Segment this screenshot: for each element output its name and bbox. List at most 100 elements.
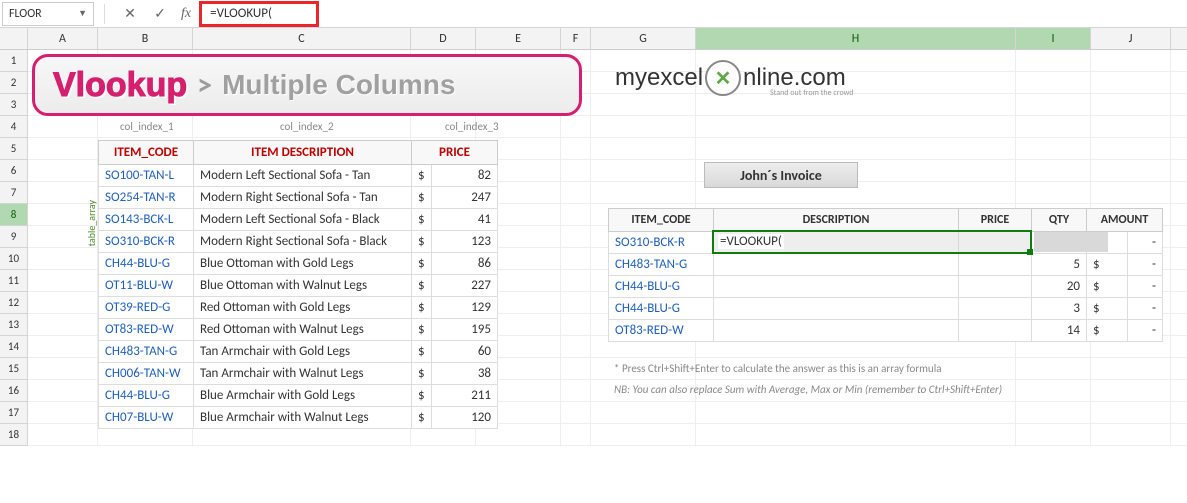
cell[interactable]	[561, 358, 591, 380]
cell[interactable]	[1016, 424, 1091, 446]
item-desc[interactable]: Modern Right Sectional Sofa - Black	[194, 231, 412, 253]
item-code[interactable]: OT83-RED-W	[609, 320, 714, 342]
cell[interactable]	[1091, 160, 1171, 182]
item-code[interactable]: CH006-TAN-W	[99, 363, 194, 385]
worksheet-grid[interactable]: Vlookup > Multiple Columns myexcel nline…	[0, 50, 1187, 446]
cell[interactable]	[696, 94, 1016, 116]
formula-input[interactable]: =VLOOKUP(	[199, 1, 319, 27]
column-header-J[interactable]: J	[1091, 28, 1171, 49]
cell[interactable]	[561, 116, 591, 138]
column-header-H[interactable]: H	[696, 28, 1016, 49]
qty-cell[interactable]: 3	[1032, 298, 1087, 320]
table-row[interactable]: CH07-BLU-WBlue Armchair with Walnut Legs…	[99, 407, 498, 429]
item-code[interactable]: OT83-RED-W	[99, 319, 194, 341]
cell[interactable]	[28, 314, 98, 336]
description-cell[interactable]	[714, 276, 959, 298]
cell[interactable]	[28, 336, 98, 358]
column-header-B[interactable]: B	[98, 28, 193, 49]
item-code[interactable]: SO100-TAN-L	[99, 165, 194, 187]
cell[interactable]	[561, 336, 591, 358]
cell[interactable]	[591, 424, 696, 446]
cell[interactable]	[591, 160, 696, 182]
cell[interactable]	[1091, 182, 1171, 204]
cell[interactable]	[1171, 138, 1187, 160]
cell[interactable]	[1091, 138, 1171, 160]
item-code[interactable]: OT11-BLU-W	[99, 275, 194, 297]
cell[interactable]	[1171, 248, 1187, 270]
amount-value[interactable]: -	[1127, 254, 1162, 276]
row-header-13[interactable]: 13	[0, 314, 28, 336]
cell[interactable]	[1016, 358, 1091, 380]
column-header-D[interactable]: D	[411, 28, 476, 49]
amount-value[interactable]: -	[1127, 320, 1162, 342]
table-row[interactable]: SO254-TAN-RModern Right Sectional Sofa -…	[99, 187, 498, 209]
row-header-3[interactable]: 3	[0, 94, 28, 116]
cancel-formula-button[interactable]: ✕	[119, 3, 141, 25]
table-row[interactable]: CH44-BLU-GBlue Ottoman with Gold Legs$86	[99, 253, 498, 275]
cell[interactable]	[1171, 94, 1187, 116]
cell[interactable]	[28, 358, 98, 380]
cell[interactable]	[561, 226, 591, 248]
cell[interactable]	[561, 380, 591, 402]
enter-formula-button[interactable]: ✓	[149, 3, 171, 25]
item-code[interactable]: CH44-BLU-G	[99, 253, 194, 275]
price-value[interactable]: 41	[431, 209, 497, 231]
item-desc[interactable]: Blue Armchair with Gold Legs	[194, 385, 412, 407]
qty-cell[interactable]: 14	[1032, 320, 1087, 342]
price-cell[interactable]	[959, 232, 1032, 254]
cell[interactable]	[28, 292, 98, 314]
item-desc[interactable]: Tan Armchair with Gold Legs	[194, 341, 412, 363]
cell[interactable]	[561, 204, 591, 226]
cell[interactable]	[1016, 182, 1091, 204]
cell[interactable]	[1171, 380, 1187, 402]
item-code[interactable]: SO143-BCK-L	[99, 209, 194, 231]
item-code[interactable]: CH483-TAN-G	[99, 341, 194, 363]
price-value[interactable]: 120	[431, 407, 497, 429]
cell[interactable]	[561, 248, 591, 270]
cell[interactable]	[1091, 50, 1171, 72]
price-cell[interactable]	[959, 320, 1032, 342]
cell[interactable]	[561, 292, 591, 314]
cell[interactable]	[1171, 292, 1187, 314]
price-value[interactable]: 227	[431, 275, 497, 297]
table-row[interactable]: SO310-BCK-RModern Right Sectional Sofa -…	[99, 231, 498, 253]
column-header-I[interactable]: I	[1016, 28, 1091, 49]
table-row[interactable]: CH44-BLU-G20$-	[609, 276, 1163, 298]
row-header-7[interactable]: 7	[0, 182, 28, 204]
cell[interactable]	[1171, 336, 1187, 358]
cell[interactable]	[1171, 116, 1187, 138]
table-row[interactable]: CH483-TAN-GTan Armchair with Gold Legs$6…	[99, 341, 498, 363]
active-cell-text[interactable]: =VLOOKUP(	[718, 234, 784, 249]
cell[interactable]	[561, 424, 591, 446]
cell[interactable]	[591, 116, 696, 138]
cell[interactable]	[28, 424, 98, 446]
cell[interactable]	[1171, 270, 1187, 292]
cell[interactable]	[1171, 182, 1187, 204]
price-value[interactable]: 82	[431, 165, 497, 187]
price-cell[interactable]	[959, 254, 1032, 276]
chevron-down-icon[interactable]: ▼	[78, 8, 87, 19]
cell[interactable]	[28, 402, 98, 424]
price-value[interactable]: 129	[431, 297, 497, 319]
item-code[interactable]: CH44-BLU-G	[609, 276, 714, 298]
row-header-11[interactable]: 11	[0, 270, 28, 292]
row-header-8[interactable]: 8	[0, 204, 28, 226]
amount-value[interactable]: -	[1127, 276, 1162, 298]
qty-cell[interactable]: 5	[1032, 254, 1087, 276]
cell[interactable]	[1171, 72, 1187, 94]
cell[interactable]	[1016, 402, 1091, 424]
row-header-2[interactable]: 2	[0, 72, 28, 94]
item-code[interactable]: SO310-BCK-R	[99, 231, 194, 253]
column-header-A[interactable]: A	[28, 28, 98, 49]
item-code[interactable]: CH483-TAN-G	[609, 254, 714, 276]
item-desc[interactable]: Red Ottoman with Gold Legs	[194, 297, 412, 319]
row-header-16[interactable]: 16	[0, 380, 28, 402]
price-cell[interactable]	[959, 298, 1032, 320]
table-row[interactable]: OT11-BLU-WBlue Ottoman with Walnut Legs$…	[99, 275, 498, 297]
cell[interactable]	[561, 160, 591, 182]
item-desc[interactable]: Red Ottoman with Walnut Legs	[194, 319, 412, 341]
item-code[interactable]: CH44-BLU-G	[99, 385, 194, 407]
row-header-6[interactable]: 6	[0, 160, 28, 182]
item-desc[interactable]: Modern Left Sectional Sofa - Black	[194, 209, 412, 231]
cell[interactable]	[28, 160, 98, 182]
